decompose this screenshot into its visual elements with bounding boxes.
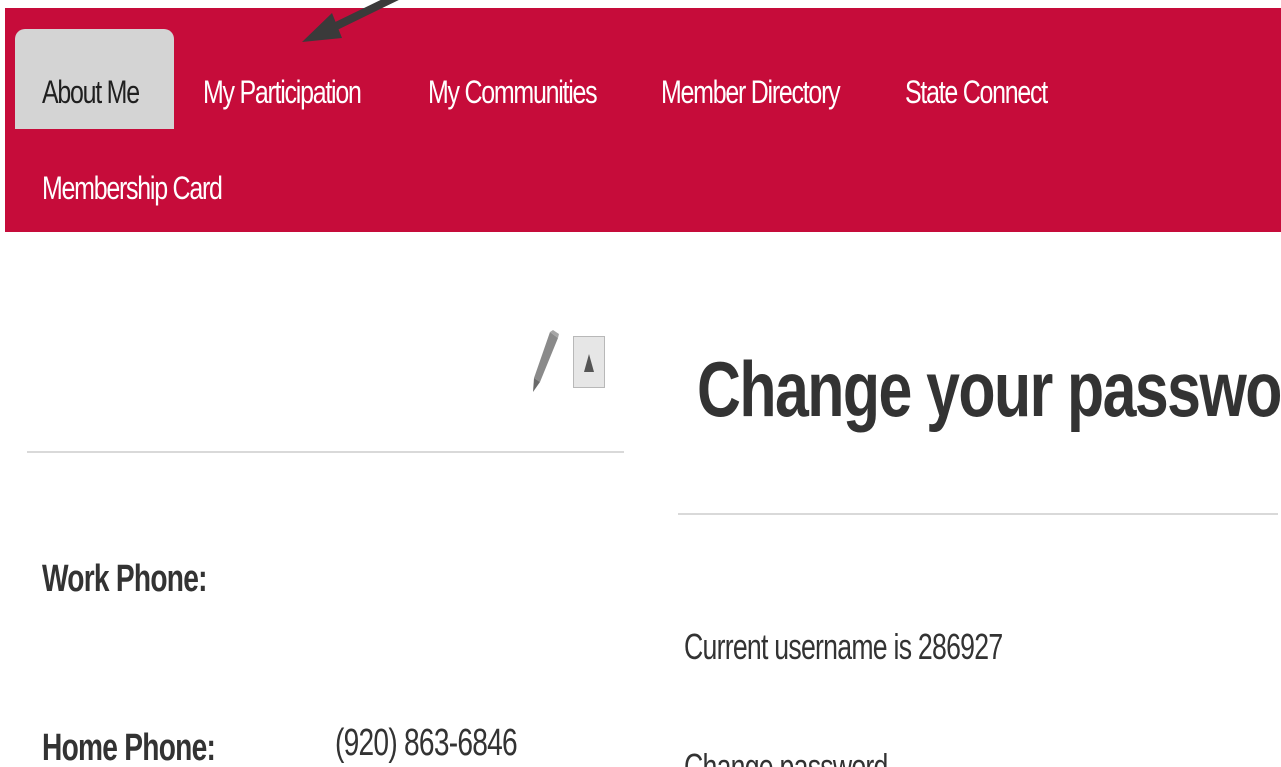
tab-membership-card[interactable]: Membership Card — [42, 168, 223, 208]
home-phone-label: Home Phone: — [42, 727, 216, 767]
triangle-up-icon — [584, 354, 594, 372]
tab-member-directory[interactable]: Member Directory — [661, 72, 841, 112]
tab-my-participation[interactable]: My Participation — [203, 72, 362, 112]
tab-my-communities[interactable]: My Communities — [428, 72, 598, 112]
password-divider — [678, 513, 1278, 515]
work-phone-label: Work Phone: — [42, 558, 207, 600]
profile-divider — [27, 451, 624, 453]
page-title: Change your password — [697, 345, 1281, 433]
page: About Me My Participation My Communities… — [0, 0, 1281, 767]
tab-state-connect[interactable]: State Connect — [905, 72, 1048, 112]
top-strip — [0, 0, 1281, 8]
arrow-annotation-icon — [302, 0, 399, 42]
tab-about-me[interactable]: About Me — [42, 72, 140, 112]
current-username-text: Current username is 286927 — [684, 626, 1003, 667]
change-password-text: Change password — [684, 746, 888, 767]
home-phone-value: (920) 863-6846 — [335, 722, 518, 764]
pencil-icon[interactable] — [530, 330, 560, 396]
collapse-button[interactable] — [573, 336, 605, 388]
